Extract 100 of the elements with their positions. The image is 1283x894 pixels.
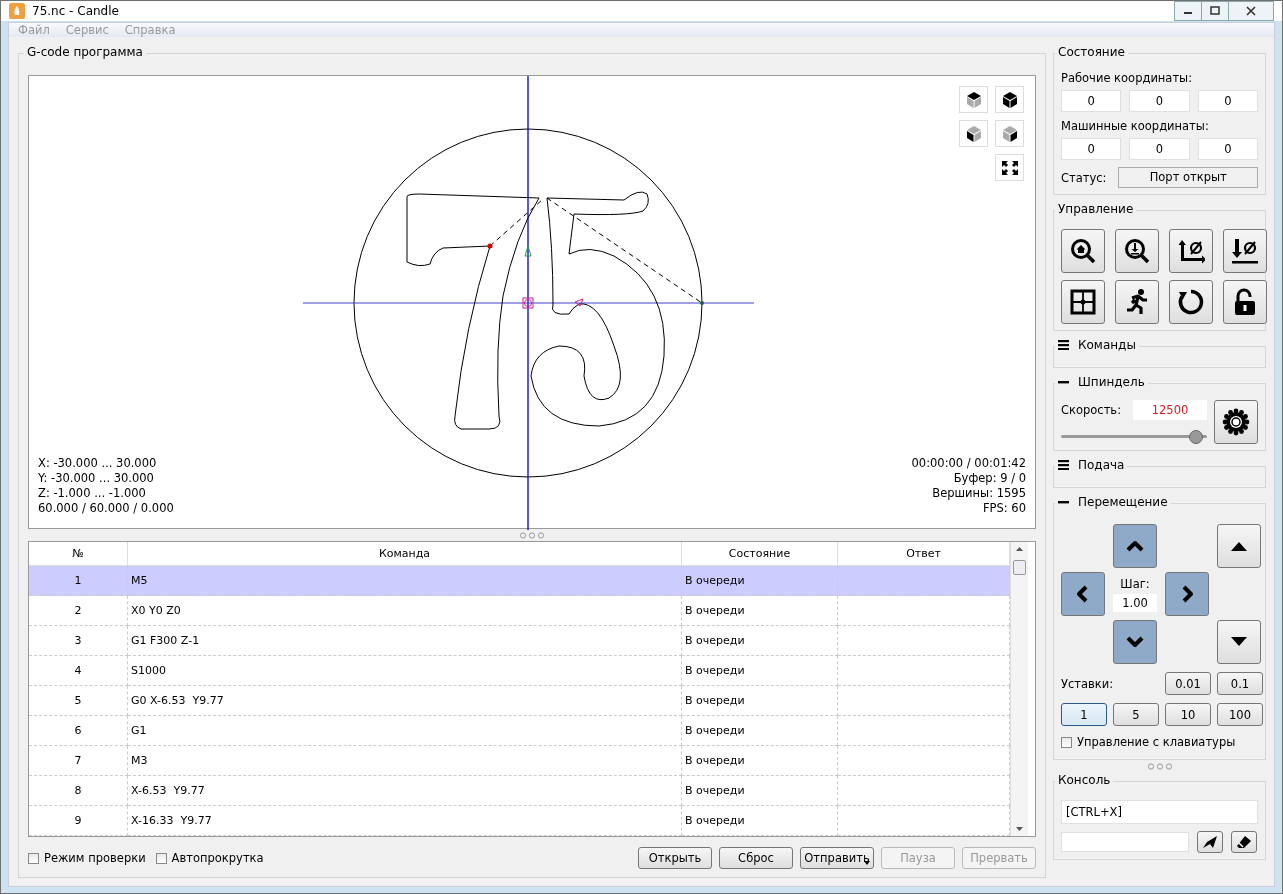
view-button[interactable] xyxy=(995,86,1024,113)
scrollbar[interactable] xyxy=(1010,542,1028,836)
action-button[interactable]: Отправить xyxy=(800,847,874,869)
control-button[interactable] xyxy=(1169,229,1213,273)
home-search-icon xyxy=(1069,237,1097,265)
preset-button[interactable]: 5 xyxy=(1113,703,1159,726)
group-title: Подача xyxy=(1078,458,1125,472)
table-cell: 9 xyxy=(29,805,128,836)
close-icon xyxy=(1246,6,1256,16)
group-title: Управление xyxy=(1058,202,1134,216)
view-button[interactable] xyxy=(995,120,1024,147)
step-field[interactable]: 1.00 xyxy=(1113,593,1157,612)
table-cell: 6 xyxy=(29,715,128,746)
table-cell: 1 xyxy=(29,565,128,596)
close-button[interactable] xyxy=(1228,1,1274,21)
viewer-info: Z: -1.000 ... -1.000 xyxy=(38,486,147,501)
table-row[interactable]: 7 M3 В очереди xyxy=(29,745,1010,776)
preset-button[interactable]: 100 xyxy=(1217,703,1263,726)
column-header[interactable]: Состояние xyxy=(681,542,838,566)
preset-button[interactable]: 1 xyxy=(1061,703,1107,726)
preset-button[interactable]: 0.01 xyxy=(1165,672,1211,695)
viewer-info: 60.000 / 60.000 / 0.000 xyxy=(38,501,174,516)
table-row[interactable]: 8 X-6.53 Y9.77 В очереди xyxy=(29,775,1010,806)
jog-button[interactable] xyxy=(1217,620,1261,664)
control-button[interactable] xyxy=(1169,280,1213,324)
scroll-up-icon xyxy=(1015,546,1024,552)
column-header[interactable]: Команда xyxy=(127,542,682,566)
paper-plane-icon xyxy=(1202,835,1218,849)
crosshair-icon xyxy=(1069,288,1097,316)
control-button[interactable] xyxy=(1223,280,1267,324)
column-header[interactable]: № xyxy=(29,542,128,566)
speed-field[interactable]: 12500 xyxy=(1133,400,1207,420)
table-row[interactable]: 5 G0 X-6.53 Y9.77 В очереди xyxy=(29,685,1010,716)
maximize-button[interactable] xyxy=(1201,1,1229,21)
checkbox[interactable] xyxy=(155,852,167,864)
table-row[interactable]: 9 X-16.33 Y9.77 В очереди xyxy=(29,805,1010,836)
minimize-button[interactable] xyxy=(1174,1,1202,21)
field-label: Рабочие координаты: xyxy=(1061,71,1194,85)
table-cell: M5 xyxy=(127,565,682,596)
jog-button[interactable] xyxy=(1113,524,1157,568)
control-button[interactable] xyxy=(1223,229,1267,273)
dropdown-caret-icon xyxy=(864,861,870,865)
gear-icon xyxy=(1222,408,1250,436)
control-button[interactable] xyxy=(1115,229,1159,273)
jog-button[interactable] xyxy=(1165,572,1209,616)
scrollbar-thumb[interactable] xyxy=(1013,560,1026,575)
table-row[interactable]: 2 X0 Y0 Z0 В очереди xyxy=(29,595,1010,626)
checkbox[interactable] xyxy=(28,852,39,864)
jog-button[interactable] xyxy=(1113,620,1157,664)
slider-handle[interactable] xyxy=(1189,430,1204,444)
checkbox[interactable] xyxy=(1061,736,1072,748)
table-cell: В очереди xyxy=(681,715,838,746)
table-cell: 3 xyxy=(29,625,128,656)
send-button[interactable] xyxy=(1197,831,1223,853)
clear-button[interactable] xyxy=(1231,831,1257,853)
eraser-icon xyxy=(1236,835,1252,849)
checkbox-label: Режим проверки xyxy=(44,851,146,865)
group-title: Состояние xyxy=(1058,45,1125,59)
action-button[interactable]: Сброс xyxy=(719,847,793,869)
control-button[interactable] xyxy=(1061,229,1105,273)
scroll-down-icon xyxy=(1015,826,1024,832)
table-cell: G1 F300 Z-1 xyxy=(127,625,682,656)
jog-button[interactable] xyxy=(1217,524,1261,568)
field-label: Скорость: xyxy=(1061,403,1122,417)
table-cell: В очереди xyxy=(681,685,838,716)
table-cell: 4 xyxy=(29,655,128,686)
view-button[interactable] xyxy=(959,86,988,113)
control-button[interactable] xyxy=(1115,280,1159,324)
maximize-icon xyxy=(1210,6,1220,16)
view-button[interactable] xyxy=(959,120,988,147)
table-row[interactable]: 6 G1 В очереди xyxy=(29,715,1010,746)
table-cell: M3 xyxy=(127,745,682,776)
column-header[interactable]: Ответ xyxy=(837,542,1010,566)
table-row[interactable]: 4 S1000 В очереди xyxy=(29,655,1010,686)
jog-button[interactable] xyxy=(1061,572,1105,616)
control-button[interactable] xyxy=(1061,280,1105,324)
table-row[interactable]: 1 M5 В очереди xyxy=(29,565,1010,596)
step-label: Шаг: xyxy=(1120,576,1150,591)
speed-slider[interactable] xyxy=(1061,430,1207,444)
table-cell: X-6.53 Y9.77 xyxy=(127,775,682,806)
table-row[interactable]: 3 G1 F300 Z-1 В очереди xyxy=(29,625,1010,656)
table-cell: X-16.33 Y9.77 xyxy=(127,805,682,836)
status-field: Порт открыт xyxy=(1118,167,1258,188)
command-input[interactable] xyxy=(1061,832,1189,852)
window-title: 75.nc - Candle xyxy=(32,4,119,18)
probe-search-icon xyxy=(1123,237,1151,265)
table-cell: В очереди xyxy=(681,745,838,776)
action-button[interactable]: Открыть xyxy=(638,847,712,869)
table-cell: X0 Y0 Z0 xyxy=(127,595,682,626)
preset-button[interactable]: 10 xyxy=(1165,703,1211,726)
viewer-info: Вершины: 1595 xyxy=(931,486,1026,501)
table-cell: S1000 xyxy=(127,655,682,686)
table-cell: В очереди xyxy=(681,595,838,626)
fit-view-button[interactable] xyxy=(995,154,1024,181)
spindle-button[interactable] xyxy=(1214,400,1258,444)
viewer-info: Буфер: 9 / 0 xyxy=(952,471,1026,486)
preset-button[interactable]: 0.1 xyxy=(1217,672,1263,695)
checkbox-label: Управление с клавиатуры xyxy=(1077,735,1236,749)
presets-label: Уставки: xyxy=(1061,676,1115,691)
table-cell: 8 xyxy=(29,775,128,806)
